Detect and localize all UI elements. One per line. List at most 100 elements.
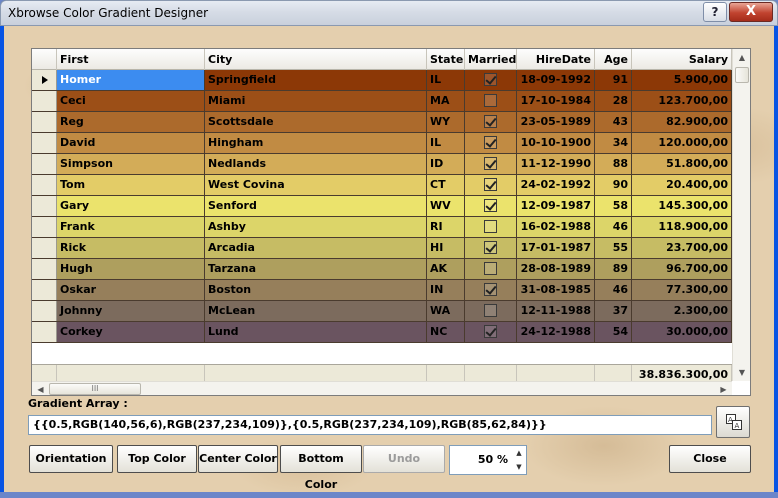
city-column-header[interactable]: City: [205, 49, 427, 70]
gradient-array-input[interactable]: {{0.5,RGB(140,56,6),RGB(237,234,109)},{0…: [28, 415, 712, 435]
cell-age[interactable]: 89: [595, 259, 632, 279]
cell-first[interactable]: Gary: [57, 196, 205, 216]
cell-first[interactable]: Hugh: [57, 259, 205, 279]
salary-column-header[interactable]: Salary: [632, 49, 732, 70]
cell-salary[interactable]: 82.900,00: [632, 112, 732, 132]
cell-city[interactable]: Miami: [205, 91, 427, 111]
cell-first[interactable]: Rick: [57, 238, 205, 258]
cell-city[interactable]: Boston: [205, 280, 427, 300]
cell-married[interactable]: [465, 70, 517, 90]
vertical-scroll-thumb[interactable]: [735, 67, 749, 83]
row-indicator[interactable]: [32, 196, 57, 216]
cell-first[interactable]: Corkey: [57, 322, 205, 342]
orientation-button[interactable]: Orientation: [29, 445, 113, 473]
table-row[interactable]: Ceci Miami MA 17-10-1984 28 123.700,00: [32, 91, 732, 112]
married-checkbox[interactable]: [484, 73, 497, 86]
row-indicator[interactable]: [32, 280, 57, 300]
table-row[interactable]: Hugh Tarzana AK 28-08-1989 89 96.700,00: [32, 259, 732, 280]
horizontal-scroll-thumb[interactable]: III: [49, 383, 141, 395]
married-checkbox[interactable]: [484, 283, 497, 296]
cell-hire[interactable]: 16-02-1988: [517, 217, 595, 237]
cell-state[interactable]: AK: [427, 259, 465, 279]
cell-city[interactable]: Tarzana: [205, 259, 427, 279]
cell-city[interactable]: Lund: [205, 322, 427, 342]
married-checkbox[interactable]: [484, 199, 497, 212]
cell-state[interactable]: MA: [427, 91, 465, 111]
cell-married[interactable]: [465, 301, 517, 321]
close-button[interactable]: Close: [669, 445, 751, 473]
scroll-up-icon[interactable]: ▲: [733, 49, 750, 66]
cell-state[interactable]: CT: [427, 175, 465, 195]
state-column-header[interactable]: State: [427, 49, 465, 70]
cell-state[interactable]: HI: [427, 238, 465, 258]
cell-first[interactable]: Oskar: [57, 280, 205, 300]
cell-first[interactable]: Frank: [57, 217, 205, 237]
cell-salary[interactable]: 96.700,00: [632, 259, 732, 279]
cell-first[interactable]: Reg: [57, 112, 205, 132]
cell-age[interactable]: 54: [595, 322, 632, 342]
cell-salary[interactable]: 2.300,00: [632, 301, 732, 321]
row-indicator[interactable]: [32, 112, 57, 132]
row-indicator[interactable]: [32, 301, 57, 321]
married-checkbox[interactable]: [484, 241, 497, 254]
cell-salary[interactable]: 5.900,00: [632, 70, 732, 90]
cell-first[interactable]: Ceci: [57, 91, 205, 111]
table-row[interactable]: David Hingham IL 10-10-1900 34 120.000,00: [32, 133, 732, 154]
married-column-header[interactable]: Married: [465, 49, 517, 70]
table-row[interactable]: Corkey Lund NC 24-12-1988 54 30.000,00: [32, 322, 732, 343]
cell-city[interactable]: Springfield: [205, 70, 427, 90]
cell-first[interactable]: Johnny: [57, 301, 205, 321]
cell-salary[interactable]: 120.000,00: [632, 133, 732, 153]
cell-salary[interactable]: 51.800,00: [632, 154, 732, 174]
married-checkbox[interactable]: [484, 94, 497, 107]
cell-married[interactable]: [465, 196, 517, 216]
row-indicator[interactable]: [32, 175, 57, 195]
cell-age[interactable]: 34: [595, 133, 632, 153]
vertical-scrollbar[interactable]: ▲ ▼: [732, 49, 750, 381]
help-button[interactable]: ?: [703, 2, 727, 22]
cell-city[interactable]: Hingham: [205, 133, 427, 153]
cell-hire[interactable]: 31-08-1985: [517, 280, 595, 300]
cell-salary[interactable]: 30.000,00: [632, 322, 732, 342]
percent-spinner[interactable]: 50 % ▲ ▼: [449, 445, 527, 475]
bottom-color-button[interactable]: Bottom Color: [280, 445, 362, 491]
married-checkbox[interactable]: [484, 304, 497, 317]
cell-age[interactable]: 46: [595, 217, 632, 237]
cell-salary[interactable]: 23.700,00: [632, 238, 732, 258]
first-column-header[interactable]: First: [57, 49, 205, 70]
age-column-header[interactable]: Age: [595, 49, 632, 70]
scroll-left-icon[interactable]: ◀: [32, 382, 49, 395]
cell-city[interactable]: West Covina: [205, 175, 427, 195]
cell-hire[interactable]: 11-12-1990: [517, 154, 595, 174]
spin-down-icon[interactable]: ▼: [512, 461, 526, 474]
hiredate-column-header[interactable]: HireDate: [517, 49, 595, 70]
married-checkbox[interactable]: [484, 178, 497, 191]
cell-city[interactable]: Nedlands: [205, 154, 427, 174]
horizontal-scrollbar[interactable]: ◀ III ▶: [32, 381, 732, 395]
table-row[interactable]: Johnny McLean WA 12-11-1988 37 2.300,00: [32, 301, 732, 322]
scroll-down-icon[interactable]: ▼: [733, 364, 750, 381]
cell-salary[interactable]: 77.300,00: [632, 280, 732, 300]
undo-button[interactable]: Undo: [363, 445, 445, 473]
row-indicator[interactable]: [32, 238, 57, 258]
cell-married[interactable]: [465, 112, 517, 132]
cell-hire[interactable]: 28-08-1989: [517, 259, 595, 279]
table-row[interactable]: Gary Senford WV 12-09-1987 58 145.300,00: [32, 196, 732, 217]
cell-hire[interactable]: 12-09-1987: [517, 196, 595, 216]
cell-state[interactable]: NC: [427, 322, 465, 342]
married-checkbox[interactable]: [484, 325, 497, 338]
cell-married[interactable]: [465, 280, 517, 300]
row-indicator[interactable]: [32, 322, 57, 342]
cell-city[interactable]: Ashby: [205, 217, 427, 237]
cell-married[interactable]: [465, 217, 517, 237]
cell-hire[interactable]: 24-02-1992: [517, 175, 595, 195]
cell-state[interactable]: ID: [427, 154, 465, 174]
row-indicator[interactable]: [32, 70, 57, 90]
cell-married[interactable]: [465, 133, 517, 153]
cell-age[interactable]: 88: [595, 154, 632, 174]
row-indicator[interactable]: [32, 259, 57, 279]
cell-age[interactable]: 91: [595, 70, 632, 90]
married-checkbox[interactable]: [484, 115, 497, 128]
data-grid[interactable]: First City State Married HireDate Age Salary H…: [31, 48, 751, 396]
cell-salary[interactable]: 145.300,00: [632, 196, 732, 216]
